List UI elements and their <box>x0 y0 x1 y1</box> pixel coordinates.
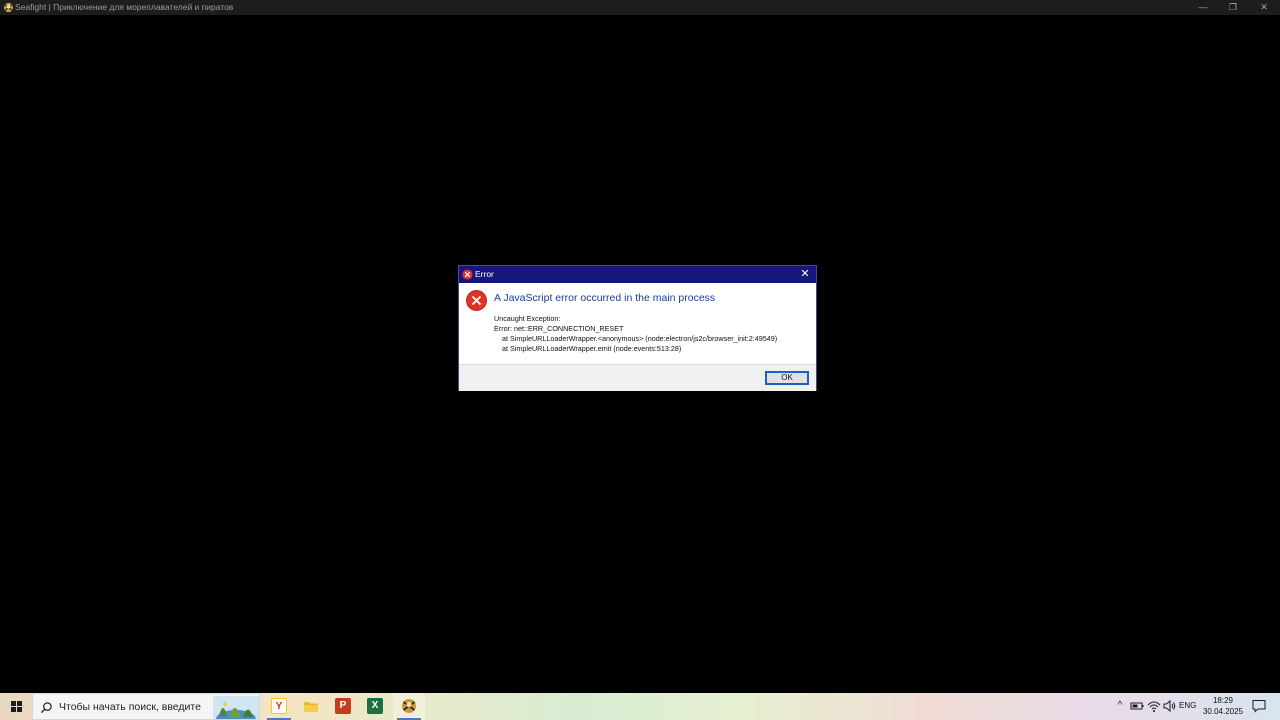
windows-start-icon[interactable] <box>0 693 32 720</box>
error-details: Uncaught Exception: Error: net::ERR_CONN… <box>494 314 812 354</box>
taskbar-excel[interactable]: X <box>359 693 391 720</box>
app-titlebar: Seafight | Приключение для мореплавателе… <box>0 0 1280 15</box>
powerpoint-icon: P <box>335 698 351 714</box>
error-detail-line: at SimpleURLLoaderWrapper.<anonymous> (n… <box>502 334 778 343</box>
taskbar: Чтобы начать поиск, введите Y P X ^ ENG … <box>0 693 1280 720</box>
error-detail-line: at SimpleURLLoaderWrapper.emit (node:eve… <box>502 344 682 353</box>
seafight-app-icon <box>3 2 14 13</box>
minimize-button[interactable]: — <box>1188 0 1218 15</box>
taskbar-search-box[interactable]: Чтобы начать поиск, введите <box>32 693 260 720</box>
taskbar-seafight[interactable] <box>393 693 425 720</box>
dialog-titlebar[interactable]: Error ✕ <box>459 266 816 283</box>
dialog-close-button[interactable]: ✕ <box>798 267 812 281</box>
search-icon <box>40 702 52 714</box>
yandex-browser-icon: Y <box>271 698 287 714</box>
tray-overflow-chevron-icon[interactable]: ^ <box>1113 699 1127 713</box>
taskbar-clock[interactable]: 18:29 30.04.2025 <box>1198 695 1248 717</box>
battery-icon[interactable] <box>1130 699 1144 713</box>
volume-icon[interactable] <box>1162 699 1176 713</box>
search-highlight-image <box>213 696 259 719</box>
window-title: Seafight | Приключение для мореплавателе… <box>15 2 234 12</box>
excel-icon: X <box>367 698 383 714</box>
dialog-heading: A JavaScript error occurred in the main … <box>494 292 716 304</box>
error-detail-line: Error: net::ERR_CONNECTION_RESET <box>494 324 624 333</box>
error-detail-line: Uncaught Exception: <box>494 314 561 323</box>
taskbar-file-explorer[interactable] <box>295 693 327 720</box>
wifi-icon[interactable] <box>1147 699 1161 713</box>
maximize-button[interactable]: ❐ <box>1218 0 1248 15</box>
error-icon <box>462 269 473 280</box>
clock-date: 30.04.2025 <box>1202 707 1244 716</box>
language-indicator[interactable]: ENG <box>1179 700 1196 712</box>
seafight-taskbar-icon <box>402 699 416 713</box>
dialog-title: Error <box>475 269 494 279</box>
error-circle-icon <box>466 290 487 311</box>
dialog-content: A JavaScript error occurred in the main … <box>459 283 816 364</box>
error-dialog: Error ✕ A JavaScript error occurred in t… <box>458 265 817 391</box>
search-placeholder: Чтобы начать поиск, введите <box>59 701 201 713</box>
clock-time: 18:29 <box>1212 696 1234 705</box>
taskbar-powerpoint[interactable]: P <box>327 693 359 720</box>
notification-center-icon[interactable] <box>1251 699 1267 713</box>
close-window-button[interactable]: ✕ <box>1249 0 1279 15</box>
folder-icon <box>304 702 318 712</box>
ok-button[interactable]: OK <box>765 371 809 385</box>
taskbar-yandex-browser[interactable]: Y <box>263 693 295 720</box>
dialog-footer: OK <box>459 364 816 391</box>
